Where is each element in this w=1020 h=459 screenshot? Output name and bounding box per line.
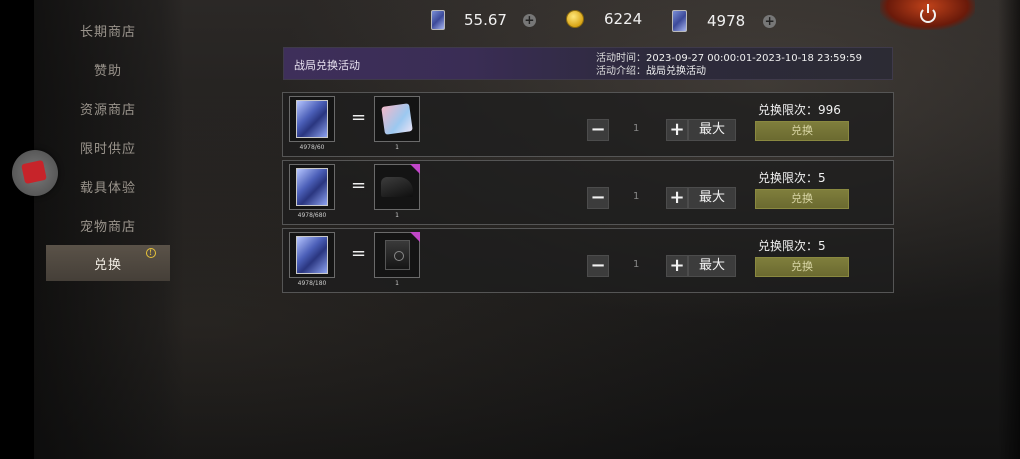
max-button[interactable]: 最大	[688, 255, 736, 277]
cost-item-slot[interactable]	[289, 232, 335, 278]
reward-caption: 1	[395, 280, 399, 287]
max-button[interactable]: 最大	[688, 187, 736, 209]
event-time-value: 2023-09-27 00:00:01-2023-10-18 23:59:59	[645, 53, 862, 64]
resource-exchange-card-counter: 4978 +	[672, 10, 777, 32]
exchange-button[interactable]: 兑换	[755, 257, 849, 277]
game-shop-screen: 长期商店 赞助 资源商店 限时供应 载具体验 宠物商店 兑换 ! 55.67 +…	[0, 0, 1020, 459]
card-icon	[431, 10, 445, 30]
sidebar-item-sponsor[interactable]: 赞助	[46, 51, 170, 87]
exchange-limit-value: 5	[818, 171, 826, 185]
event-info: 活动时间：2023-09-27 00:00:01-2023-10-18 23:5…	[596, 52, 862, 78]
exchange-limit: 兑换限次：5	[758, 169, 826, 186]
quantity-value: 1	[633, 123, 640, 134]
exchange-limit: 兑换限次：5	[758, 237, 826, 254]
reward-item-slot[interactable]	[374, 164, 420, 210]
reward-item-slot[interactable]	[374, 232, 420, 278]
sidebar-item-exchange[interactable]: 兑换 !	[46, 245, 170, 281]
reward-caption: 1	[395, 212, 399, 219]
chat-icon	[21, 159, 47, 185]
increase-button[interactable]: +	[666, 255, 688, 277]
decrease-button[interactable]: −	[587, 187, 609, 209]
exchange-row: 4978/680 = 1 − 1 + 最大 兑换限次：5 兑换	[282, 160, 894, 225]
sidebar-item-resource-shop[interactable]: 资源商店	[46, 90, 170, 126]
power-icon	[919, 4, 936, 23]
resource-card-counter: 55.67 +	[431, 10, 536, 30]
quantity-value: 1	[633, 191, 640, 202]
exchange-button[interactable]: 兑换	[755, 121, 849, 141]
event-desc-value: 战局兑换活动	[645, 66, 706, 77]
sidebar-item-long-term-shop[interactable]: 长期商店	[46, 12, 170, 48]
increase-button[interactable]: +	[666, 187, 688, 209]
decrease-button[interactable]: −	[587, 255, 609, 277]
right-shade	[998, 0, 1020, 459]
gold-coin-icon	[566, 10, 584, 28]
exit-button[interactable]	[880, 0, 975, 30]
sidebar: 长期商店 赞助 资源商店 限时供应 载具体验 宠物商店 兑换 !	[34, 0, 184, 459]
event-time-label: 活动时间：	[595, 53, 646, 64]
exchange-limit-value: 5	[818, 239, 826, 253]
resource-exchange-card-value: 4978	[707, 12, 746, 30]
increase-button[interactable]: +	[666, 119, 688, 141]
exchange-card-icon	[296, 168, 328, 206]
exchange-row: 4978/60 = 1 − 1 + 最大 兑换限次：996 兑换	[282, 92, 894, 157]
notification-badge: !	[146, 248, 156, 258]
exchange-limit-label: 兑换限次：	[758, 239, 819, 253]
exchange-limit-value: 996	[818, 103, 841, 117]
piano-icon	[381, 177, 413, 197]
event-title: 战局兑换活动	[294, 59, 360, 72]
exchange-card-icon	[296, 100, 328, 138]
event-banner: 战局兑换活动 活动时间：2023-09-27 00:00:01-2023-10-…	[283, 47, 893, 80]
exchange-card-icon	[296, 236, 328, 274]
resource-gold-value: 6224	[604, 10, 643, 28]
cost-caption: 4978/180	[297, 280, 327, 287]
gift-box-icon	[381, 103, 413, 135]
cost-caption: 4978/680	[297, 212, 327, 219]
decrease-button[interactable]: −	[587, 119, 609, 141]
sidebar-item-vehicle-trial[interactable]: 载具体验	[46, 168, 170, 204]
exchange-limit-label: 兑换限次：	[758, 103, 819, 117]
add-card-button[interactable]: +	[522, 13, 536, 27]
sidebar-item-label: 兑换	[93, 257, 122, 273]
sidebar-item-pet-shop[interactable]: 宠物商店	[46, 207, 170, 243]
event-desc-label: 活动介绍：	[595, 66, 646, 77]
max-button[interactable]: 最大	[688, 119, 736, 141]
equals-sign: =	[351, 107, 367, 128]
exchange-card-icon	[672, 10, 687, 32]
exchange-button[interactable]: 兑换	[755, 189, 849, 209]
cost-item-slot[interactable]	[289, 96, 335, 142]
quantity-value: 1	[633, 259, 640, 270]
rarity-tag	[410, 232, 420, 242]
exchange-limit-label: 兑换限次：	[758, 171, 819, 185]
equals-sign: =	[351, 175, 367, 196]
equals-sign: =	[351, 243, 367, 264]
cost-caption: 4978/60	[299, 144, 325, 151]
sidebar-item-limited-supply[interactable]: 限时供应	[46, 129, 170, 165]
left-black-bar	[0, 0, 34, 459]
exchange-row: 4978/180 = 1 − 1 + 最大 兑换限次：5 兑换	[282, 228, 894, 293]
safe-icon	[385, 240, 410, 270]
reward-item-slot[interactable]	[374, 96, 420, 142]
rarity-tag	[410, 164, 420, 174]
resource-card-value: 55.67	[464, 11, 507, 29]
reward-caption: 1	[395, 144, 399, 151]
resource-gold-counter: 6224	[566, 10, 642, 28]
floating-assistant-button[interactable]	[12, 150, 58, 196]
add-exchange-card-button[interactable]: +	[763, 14, 777, 28]
cost-item-slot[interactable]	[289, 164, 335, 210]
exchange-limit: 兑换限次：996	[758, 101, 841, 118]
